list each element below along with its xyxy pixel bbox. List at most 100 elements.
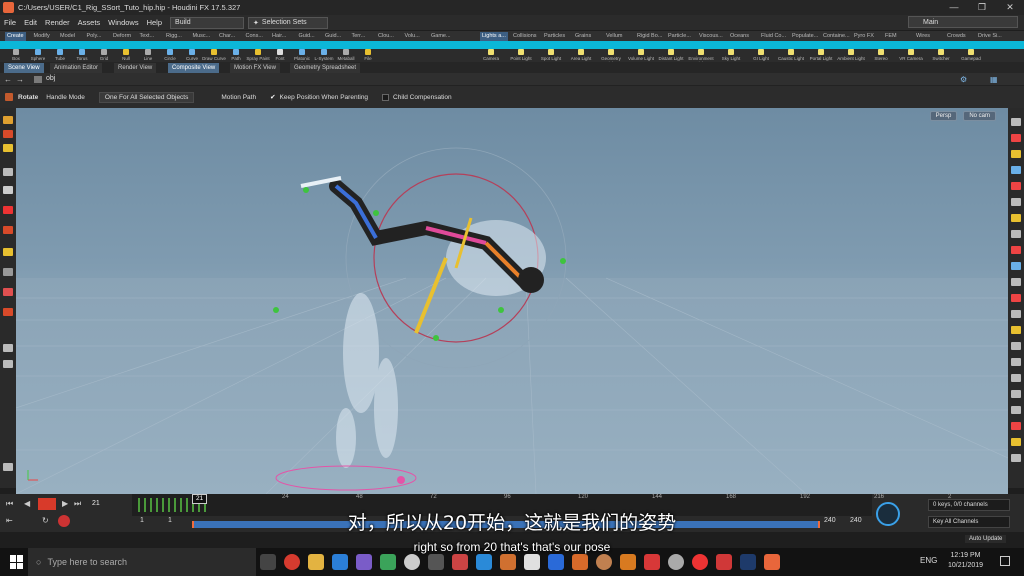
right-tool-icon-2[interactable]: [1011, 150, 1021, 158]
motion-path-toggle[interactable]: [210, 93, 218, 101]
right-tool-icon-11[interactable]: [1011, 294, 1021, 302]
shelf-tab-7[interactable]: Musc...: [191, 32, 213, 41]
right-tool-icon-19[interactable]: [1011, 422, 1021, 430]
shelf-tab-16[interactable]: Game...: [429, 32, 453, 41]
main-desktop-dropdown[interactable]: Main: [908, 16, 1018, 28]
right-tool-icon-3[interactable]: [1011, 166, 1021, 174]
shelf-tab-8[interactable]: Char...: [217, 32, 237, 41]
right-tool-icon-14[interactable]: [1011, 342, 1021, 350]
move-tool-icon[interactable]: [3, 130, 13, 138]
shelf-tab-right-9[interactable]: Fluid Co...: [759, 32, 788, 41]
app-icon-10[interactable]: [596, 554, 612, 570]
shelf-tool-10[interactable]: Path: [224, 49, 248, 61]
shelf-tab-4[interactable]: Deform: [111, 32, 133, 41]
language-indicator[interactable]: ENG: [920, 556, 937, 565]
menu-edit[interactable]: Edit: [20, 18, 41, 27]
right-tool-icon-18[interactable]: [1011, 406, 1021, 414]
desktop-build-dropdown[interactable]: Build: [170, 16, 245, 29]
shelf-tool-2[interactable]: Tube: [48, 49, 72, 61]
shelf-tab-right-1[interactable]: Collisions: [511, 32, 539, 41]
right-tool-icon-12[interactable]: [1011, 310, 1021, 318]
current-frame-field[interactable]: 21: [92, 500, 100, 507]
shelf-tab-right-4[interactable]: Vellum: [604, 32, 625, 41]
app-icon-7[interactable]: [500, 554, 516, 570]
shelf-light-tool-5[interactable]: Volume Light: [626, 49, 656, 61]
shelf-light-tool-14[interactable]: VR Camera: [896, 49, 926, 61]
shelf-tab-right-11[interactable]: Containe...: [821, 32, 852, 41]
shelf-tab-right-0[interactable]: Lights a...: [480, 32, 508, 41]
shelf-light-tool-15[interactable]: Switcher: [926, 49, 956, 61]
opera-icon[interactable]: [284, 554, 300, 570]
shelf-tab-0[interactable]: Create: [5, 32, 26, 41]
app-icon-14[interactable]: [692, 554, 708, 570]
right-tool-icon-7[interactable]: [1011, 230, 1021, 238]
shelf-light-tool-8[interactable]: Sky Light: [716, 49, 746, 61]
shelf-light-tool-6[interactable]: Distant Light: [656, 49, 686, 61]
select-tool-icon[interactable]: [3, 116, 13, 124]
app-icon-3[interactable]: [404, 554, 420, 570]
close-button[interactable]: ✕: [996, 0, 1024, 15]
menu-file[interactable]: File: [0, 18, 20, 27]
windows-start-icon[interactable]: [10, 555, 24, 569]
grid-snap-icon[interactable]: [3, 268, 13, 276]
shelf-tab-right-16[interactable]: Drive Si...: [976, 32, 1004, 41]
record-tool-icon[interactable]: [3, 206, 13, 214]
shelf-tab-13[interactable]: Terr...: [350, 32, 368, 41]
app-icon-2[interactable]: [380, 554, 396, 570]
right-tool-icon-17[interactable]: [1011, 390, 1021, 398]
app-icon-1[interactable]: [356, 554, 372, 570]
shelf-light-tool-11[interactable]: Portal Light: [806, 49, 836, 61]
shelf-tab-right-10[interactable]: Populate...: [790, 32, 820, 41]
shelf-tab-9[interactable]: Cons...: [244, 32, 265, 41]
right-tool-icon-9[interactable]: [1011, 262, 1021, 270]
display-icon[interactable]: [3, 344, 13, 352]
shelf-tab-right-5[interactable]: Rigid Bo...: [635, 32, 664, 41]
shelf-tab-1[interactable]: Modify: [32, 32, 52, 41]
shelf-tool-16[interactable]: File: [356, 49, 380, 61]
frame-marker[interactable]: 21: [192, 494, 208, 504]
pane-tab-3[interactable]: Composite View: [168, 63, 220, 73]
magnet-icon[interactable]: [3, 248, 13, 256]
path-obj[interactable]: obj: [46, 75, 55, 82]
houdini-taskbar-icon[interactable]: [764, 554, 780, 570]
shelf-light-tool-0[interactable]: Camera: [476, 49, 506, 61]
scene-viewport[interactable]: Persp No cam: [16, 108, 1008, 494]
shelf-tool-12[interactable]: Font: [268, 49, 292, 61]
app-icon-5[interactable]: [452, 554, 468, 570]
shelf-light-tool-2[interactable]: Spot Light: [536, 49, 566, 61]
shelf-tab-12[interactable]: Guid...: [323, 32, 343, 41]
shelf-tool-7[interactable]: Circle: [158, 49, 182, 61]
handle-tool-icon[interactable]: [3, 144, 13, 152]
shelf-tab-11[interactable]: Guid...: [297, 32, 317, 41]
right-tool-icon-16[interactable]: [1011, 374, 1021, 382]
task-view-icon[interactable]: [260, 554, 276, 570]
pane-tab-1[interactable]: Animation Editor: [50, 63, 103, 73]
shelf-tab-10[interactable]: Hair...: [270, 32, 288, 41]
shelf-tool-14[interactable]: L-System: [312, 49, 336, 61]
menu-render[interactable]: Render: [41, 18, 74, 27]
minimize-button[interactable]: —: [940, 0, 968, 15]
right-tool-icon-15[interactable]: [1011, 358, 1021, 366]
handle-mode-dropdown[interactable]: One For All Selected Objects: [98, 91, 195, 103]
app-icon-13[interactable]: [668, 554, 684, 570]
shelf-tool-4[interactable]: Grid: [92, 49, 116, 61]
pose-snap-icon[interactable]: [3, 288, 13, 296]
shelf-tab-right-6[interactable]: Particle...: [666, 32, 693, 41]
shelf-tab-right-2[interactable]: Particles: [542, 32, 567, 41]
pane-tab-0[interactable]: Scene View: [4, 63, 44, 73]
shelf-tab-right-14[interactable]: Wires: [914, 32, 932, 41]
shelf-light-tool-9[interactable]: GI Light: [746, 49, 776, 61]
shelf-light-tool-12[interactable]: Ambient Light: [836, 49, 866, 61]
right-tool-icon-6[interactable]: [1011, 214, 1021, 222]
app-icon-4[interactable]: [428, 554, 444, 570]
right-tool-icon-21[interactable]: [1011, 454, 1021, 462]
pane-tab-2[interactable]: Render View: [114, 63, 157, 73]
shelf-light-tool-10[interactable]: Caustic Light: [776, 49, 806, 61]
play-forward-icon[interactable]: ▶: [62, 499, 68, 508]
app-icon-12[interactable]: [644, 554, 660, 570]
pane-tab-4[interactable]: Motion FX View: [230, 63, 280, 73]
shelf-tab-right-12[interactable]: Pyro FX: [852, 32, 876, 41]
play-back-icon[interactable]: ◀: [24, 499, 30, 508]
shelf-tab-5[interactable]: Text...: [138, 32, 157, 41]
menu-help[interactable]: Help: [143, 18, 166, 27]
